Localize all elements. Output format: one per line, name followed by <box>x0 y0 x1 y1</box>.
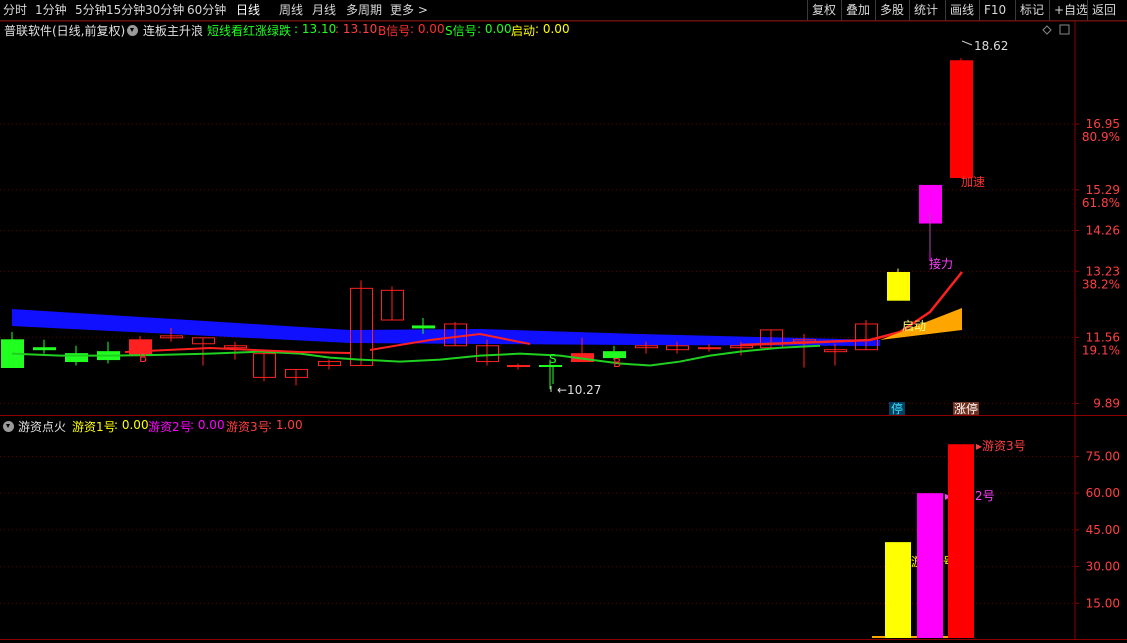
diamond-icon <box>1042 25 1052 35</box>
candle-30 <box>950 57 973 179</box>
price-tick-label: 9.89 <box>1093 397 1120 411</box>
kline-chart[interactable]: 16.9580.9% 15.2961.8% 14.26 13.2338.2% 11.56… <box>0 0 1127 643</box>
main-panel-collapse-icon[interactable] <box>127 25 138 36</box>
candle-1 <box>33 339 56 354</box>
pct-tick-label: 38.2% <box>1082 277 1120 291</box>
qidong-label: 启动 <box>511 24 536 38</box>
sub-tick-label: 45.00 <box>1086 523 1120 537</box>
candle-body <box>412 325 435 329</box>
window-icon <box>1059 24 1070 35</box>
candle-16 <box>507 363 530 370</box>
price-tick-label: 14.26 <box>1086 224 1120 238</box>
sub-tick-label: 75.00 <box>1086 449 1120 463</box>
sub-indicator-name[interactable]: 游资点火 <box>18 418 66 435</box>
s-signal-label: S信号 <box>445 24 477 38</box>
sub-bar-1 <box>885 542 911 638</box>
candle-11 <box>350 280 373 367</box>
candle-3 <box>97 341 120 364</box>
sub-s1-label: 游资1号 <box>72 420 116 434</box>
high-pointer <box>961 40 973 46</box>
candle-body <box>507 365 530 368</box>
candle-10 <box>318 359 341 370</box>
pct-tick-label: 80.9% <box>1082 130 1120 144</box>
badge-zhangting: 涨停 <box>954 401 978 416</box>
sub-bar-2 <box>917 493 943 638</box>
candle-26 <box>824 343 847 366</box>
indicator-name[interactable]: 连板主升浪 <box>143 22 203 39</box>
pct-tick-label: 61.8% <box>1082 196 1120 210</box>
candle-7 <box>224 341 247 360</box>
sub-s3-value: : 1.00 <box>268 418 303 432</box>
stock-title: 普联软件(日线,前复权) <box>4 24 126 38</box>
price-tick-label: 13.23 <box>1086 264 1120 278</box>
candle-6 <box>192 337 215 366</box>
candle-8 <box>253 351 276 382</box>
candle-9 <box>285 368 308 386</box>
sub-panel-collapse-icon[interactable] <box>3 421 14 432</box>
candle-28 <box>887 268 910 301</box>
sub-s2-value: : 0.00 <box>190 418 225 432</box>
candle-12 <box>381 286 404 321</box>
s-signal-value: : 0.00 <box>477 22 512 36</box>
candle-body <box>950 60 973 179</box>
price-tick-label: 11.56 <box>1086 330 1120 344</box>
badge-ting: 停 <box>891 401 903 416</box>
price-tick-label: 16.95 <box>1086 117 1120 131</box>
pct-tick-label: 19.1% <box>1082 343 1120 357</box>
sub-bar-3 <box>948 444 974 638</box>
marker-b: B <box>139 351 147 365</box>
qidong-value: : 0.00 <box>535 22 570 36</box>
marker-jieli: 接力 <box>929 256 953 271</box>
price-tick-label: 15.29 <box>1086 183 1120 197</box>
candle-body <box>887 272 910 301</box>
marker-s: S <box>549 352 557 366</box>
b-signal-label: B信号 <box>378 24 411 38</box>
sub-bar-label-3: ▸游资3号 <box>976 439 1026 453</box>
indicator-value-1: : 13.10 <box>294 22 337 36</box>
low-price-label: ←10.27 <box>557 383 601 397</box>
candle-body <box>33 347 56 351</box>
indicator-value-2: : 13.10 <box>335 22 378 36</box>
sub-tick-label: 15.00 <box>1086 596 1120 610</box>
marker-b: B <box>613 356 621 370</box>
sub-s1-value: : 0.00 <box>114 418 149 432</box>
indicator-text: 短线看红涨绿跌 <box>207 24 292 38</box>
marker-qidong: 启动 <box>902 319 926 333</box>
sub-s3-label: 游资3号 <box>226 420 270 434</box>
sub-tick-label: 60.00 <box>1086 486 1120 500</box>
candle-body <box>698 347 721 350</box>
b-signal-value: : 0.00 <box>410 22 445 36</box>
high-price-label: 18.62 <box>974 39 1008 53</box>
marker-jiasu: 加速 <box>961 175 985 189</box>
sub-tick-label: 30.00 <box>1086 560 1120 574</box>
sub-s2-label: 游资2号 <box>148 420 192 434</box>
